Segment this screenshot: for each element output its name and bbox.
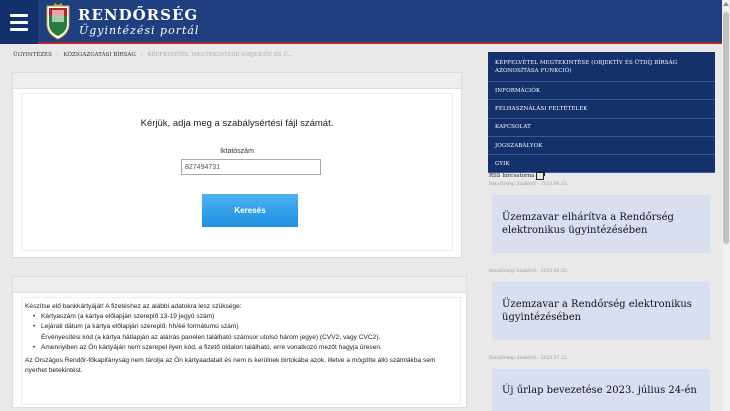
lookup-panel: Kérjük, adja meg a szabálysértési fájl s… xyxy=(12,72,462,258)
panel-header xyxy=(13,73,461,89)
sidebar-nav: KÉPFELVÉTEL MEGTEKINTÉSE (OBJEKTÍV ÉS ÜT… xyxy=(488,52,715,174)
sidebar-item-kapcsolat[interactable]: KAPCSOLAT xyxy=(488,119,715,137)
news-card[interactable]: Üzemzavar elhárítva a Rendőrség elektron… xyxy=(492,195,710,253)
sidebar-item-gyik[interactable]: GYIK xyxy=(488,155,715,174)
news-title[interactable]: Új űrlap bevezetése 2023. július 24-én xyxy=(502,385,697,396)
card-info-item: Amennyiben az Ön kártyáján nem szerepel … xyxy=(33,343,457,353)
breadcrumb-item-kozigazgatasi-birsag[interactable]: KÖZIGAZGATÁSI BÍRSÁG xyxy=(64,52,136,58)
scroll-up-arrow-icon[interactable] xyxy=(723,2,729,6)
case-number-input[interactable] xyxy=(181,159,321,175)
police-crest-logo[interactable] xyxy=(45,2,71,40)
hamburger-menu-button[interactable] xyxy=(0,0,38,44)
news-title[interactable]: Üzemzavar a Rendőrség elektronikus ügyin… xyxy=(502,299,692,323)
news-meta: Rendőrségi Szakértő · 2023.07.23. xyxy=(489,356,569,361)
sidebar-item-felhasznalasi-feltetelek[interactable]: FELHASZNÁLÁSI FELTÉTELEK xyxy=(488,100,715,119)
panel-header xyxy=(13,277,466,293)
card-info-item: Lejárati dátum (a kártya előlapján szere… xyxy=(33,322,457,332)
news-card[interactable]: Új űrlap bevezetése 2023. július 24-én xyxy=(492,369,710,411)
breadcrumb: ÜGYINTÉZÉS › KÖZIGAZGATÁSI BÍRSÁG › KÉPF… xyxy=(13,52,293,58)
news-meta: Rendőrségi Szakértő · 2023.08.03. xyxy=(489,269,569,274)
card-info-intro: Készítse elő bankkártyáját! A fizetéshez… xyxy=(25,303,242,310)
news-title[interactable]: Üzemzavar elhárítva a Rendőrség elektron… xyxy=(502,212,674,236)
page-scrollbar[interactable] xyxy=(722,0,730,411)
top-header: RENDŐRSÉG Ügyintézési portál xyxy=(0,0,730,44)
card-info-panel: Készítse elő bankkártyáját! A fizetéshez… xyxy=(12,276,467,408)
breadcrumb-separator: › xyxy=(140,52,143,58)
lookup-prompt: Kérjük, adja meg a szabálysértési fájl s… xyxy=(140,118,334,129)
scrollbar-thumb[interactable] xyxy=(723,12,729,244)
case-number-label: Iktatószám xyxy=(220,148,254,155)
brand-subtitle[interactable]: Ügyintézési portál xyxy=(79,24,199,37)
card-info-item: Érvényesítési kód (a kártya hátlapján az… xyxy=(41,333,381,341)
breadcrumb-separator: › xyxy=(56,52,59,58)
news-meta: Rendőrségi Szakértő · 2023.08.03. xyxy=(489,182,569,187)
breadcrumb-item-ugyintezes[interactable]: ÜGYINTÉZÉS xyxy=(13,52,52,58)
breadcrumb-current: KÉPFELVÉTEL MEGTEKINTÉSE (OBJEKTÍV ÉS Ü.… xyxy=(147,52,293,58)
search-button[interactable]: Keresés xyxy=(202,194,298,227)
card-info-item: Kártyaszám (a kártya előlapján szereplő … xyxy=(33,312,457,322)
menu-bar xyxy=(10,27,28,31)
news-card[interactable]: Üzemzavar a Rendőrség elektronikus ügyin… xyxy=(492,282,710,340)
menu-bar xyxy=(10,20,28,24)
external-link-icon[interactable] xyxy=(536,171,546,180)
card-info-note: Az Országos Rendőr-főkapitányság nem tár… xyxy=(25,357,436,375)
lookup-form: Kérjük, adja meg a szabálysértési fájl s… xyxy=(21,93,453,251)
sidebar-item-informaciok[interactable]: INFORMÁCIÓK xyxy=(488,82,715,101)
menu-bar xyxy=(10,13,28,17)
brand-title[interactable]: RENDŐRSÉG xyxy=(78,6,198,24)
card-info-list: Kártyaszám (a kártya előlapján szereplő … xyxy=(33,312,457,353)
rss-label[interactable]: RSS hírcsatorna xyxy=(489,173,534,179)
rss-link[interactable]: RSS hírcsatorna xyxy=(489,171,546,180)
sidebar-item-kepfelvetel[interactable]: KÉPFELVÉTEL MEGTEKINTÉSE (OBJEKTÍV ÉS ÜT… xyxy=(488,52,715,82)
card-info-content: Készítse elő bankkártyáját! A fizetéshez… xyxy=(21,297,461,405)
sidebar-item-jogszabalyok[interactable]: JOGSZABÁLYOK xyxy=(488,137,715,156)
